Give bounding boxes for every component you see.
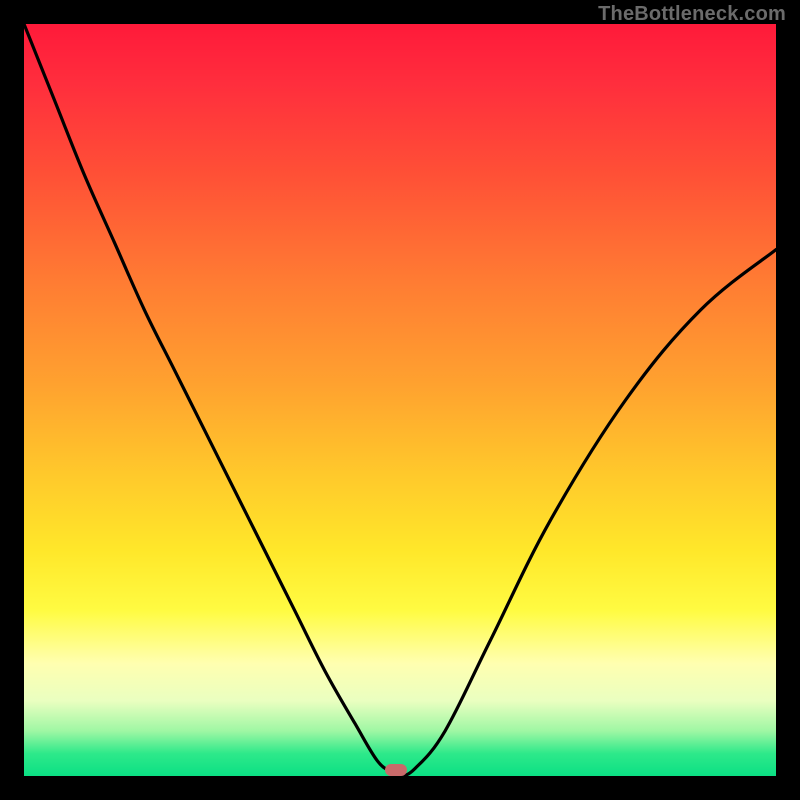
minimum-marker [385, 764, 407, 776]
curve-svg [24, 24, 776, 776]
plot-area [24, 24, 776, 776]
bottleneck-curve-path [24, 24, 776, 776]
watermark-text: TheBottleneck.com [598, 3, 786, 26]
chart-frame: TheBottleneck.com [0, 0, 800, 800]
